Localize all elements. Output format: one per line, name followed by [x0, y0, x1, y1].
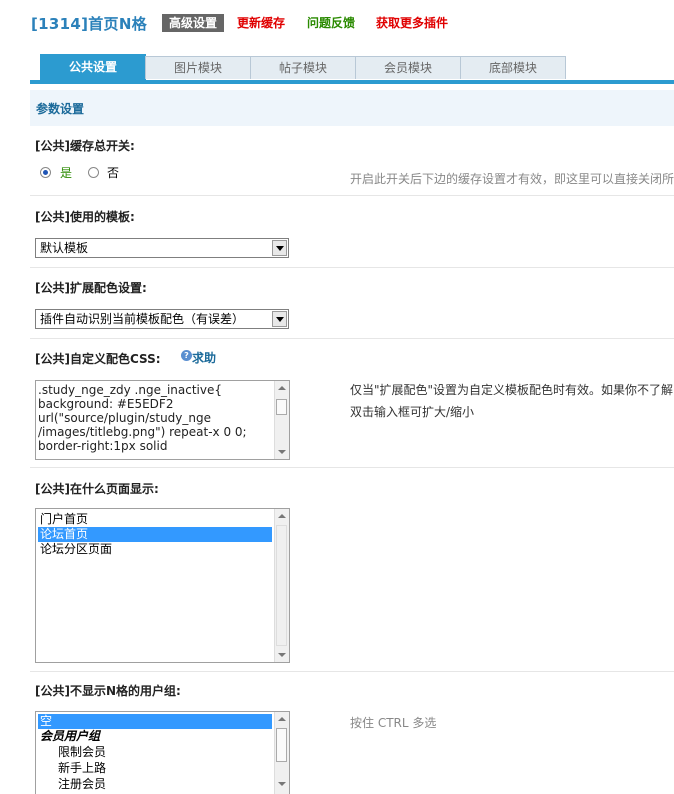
template-label: [公共]使用的模板: [35, 210, 135, 224]
tab-image-module[interactable]: 图片模块 [145, 56, 251, 79]
plugin-header: [1314]首页N格 高级设置 更新缓存 问题反馈 获取更多插件 [0, 0, 674, 48]
cache-switch-label: [公共]缓存总开关: [35, 139, 135, 153]
help-icon[interactable]: ? [181, 350, 192, 361]
template-select-value: 默认模板 [40, 241, 89, 255]
advanced-settings-button[interactable]: 高级设置 [162, 14, 225, 32]
scroll-up-icon[interactable] [278, 386, 286, 390]
custom-css-hint-line1: 仅当"扩展配色"设置为自定义模板配色时有效。如果你不了解 [350, 383, 674, 397]
scrollbar[interactable] [274, 381, 289, 459]
list-option-forum-home[interactable]: 论坛首页 [38, 527, 272, 542]
divider [30, 338, 674, 339]
cache-switch-hint: 开启此开关后下边的缓存设置才有效，即这里可以直接关闭所 [350, 172, 674, 186]
help-link[interactable]: 求助 [192, 349, 216, 366]
list-option-empty[interactable]: 空 [38, 714, 272, 729]
tab-bar: 公共设置 图片模块 帖子模块 会员模块 底部模块 [30, 54, 674, 84]
scroll-thumb[interactable] [276, 399, 287, 415]
custom-css-text: .study_nge_zdy .nge_inactive{ background… [38, 383, 247, 453]
section-header: 参数设置 [30, 90, 674, 126]
color-ext-select[interactable]: 插件自动识别当前模板配色（有误差） [35, 309, 289, 329]
tab-member-module[interactable]: 会员模块 [355, 56, 461, 79]
list-option-newbie[interactable]: 新手上路 [38, 761, 272, 776]
list-option-forum-category[interactable]: 论坛分区页面 [38, 542, 272, 557]
list-group-member-groups: 会员用户组 [40, 729, 101, 743]
cache-switch-no-label[interactable]: 否 [107, 166, 119, 180]
divider [30, 267, 674, 268]
tab-footer-module[interactable]: 底部模块 [460, 56, 566, 79]
tab-thread-module[interactable]: 帖子模块 [250, 56, 356, 79]
divider [30, 467, 674, 468]
template-select[interactable]: 默认模板 [35, 238, 289, 258]
list-option-registered-member[interactable]: 注册会员 [38, 777, 272, 792]
scroll-down-icon[interactable] [278, 782, 286, 786]
scroll-up-icon[interactable] [278, 717, 286, 721]
color-ext-label: [公共]扩展配色设置: [35, 281, 147, 295]
divider [30, 195, 674, 196]
display-pages-label: [公共]在什么页面显示: [35, 482, 159, 496]
display-pages-listbox[interactable]: 门户首页 论坛首页 论坛分区页面 [35, 508, 290, 663]
more-plugins-link[interactable]: 获取更多插件 [376, 14, 448, 32]
scroll-down-icon[interactable] [278, 450, 286, 454]
cache-switch-yes-radio[interactable] [40, 167, 51, 178]
scroll-track [276, 525, 287, 646]
cache-switch-no-radio[interactable] [88, 167, 99, 178]
custom-css-label: [公共]自定义配色CSS: [35, 352, 161, 366]
cache-switch-yes-label[interactable]: 是 [60, 166, 72, 180]
scroll-up-icon[interactable] [278, 514, 286, 518]
section-title: 参数设置 [36, 102, 85, 116]
color-ext-select-value: 插件自动识别当前模板配色（有误差） [40, 312, 245, 326]
scroll-down-icon[interactable] [278, 653, 286, 657]
tab-public-settings[interactable]: 公共设置 [40, 54, 146, 81]
custom-css-textarea[interactable]: .study_nge_zdy .nge_inactive{ background… [35, 380, 290, 460]
list-option-restricted-member[interactable]: 限制会员 [38, 745, 272, 760]
hidden-groups-listbox[interactable]: 空 会员用户组 限制会员 新手上路 注册会员 [35, 711, 290, 794]
custom-css-hint-line2: 双击输入框可扩大/缩小 [350, 405, 475, 419]
feedback-link[interactable]: 问题反馈 [307, 14, 355, 32]
update-cache-link[interactable]: 更新缓存 [237, 14, 285, 32]
scrollbar[interactable] [274, 712, 289, 794]
scroll-thumb[interactable] [276, 728, 287, 762]
plugin-title: [1314]首页N格 [31, 15, 148, 33]
scrollbar[interactable] [274, 509, 289, 662]
list-option-portal-home[interactable]: 门户首页 [38, 512, 272, 527]
chevron-down-icon[interactable] [272, 311, 287, 327]
hidden-groups-hint: 按住 CTRL 多选 [350, 716, 437, 730]
divider [30, 671, 674, 672]
chevron-down-icon[interactable] [272, 240, 287, 256]
hidden-groups-label: [公共]不显示N格的用户组: [35, 684, 181, 698]
